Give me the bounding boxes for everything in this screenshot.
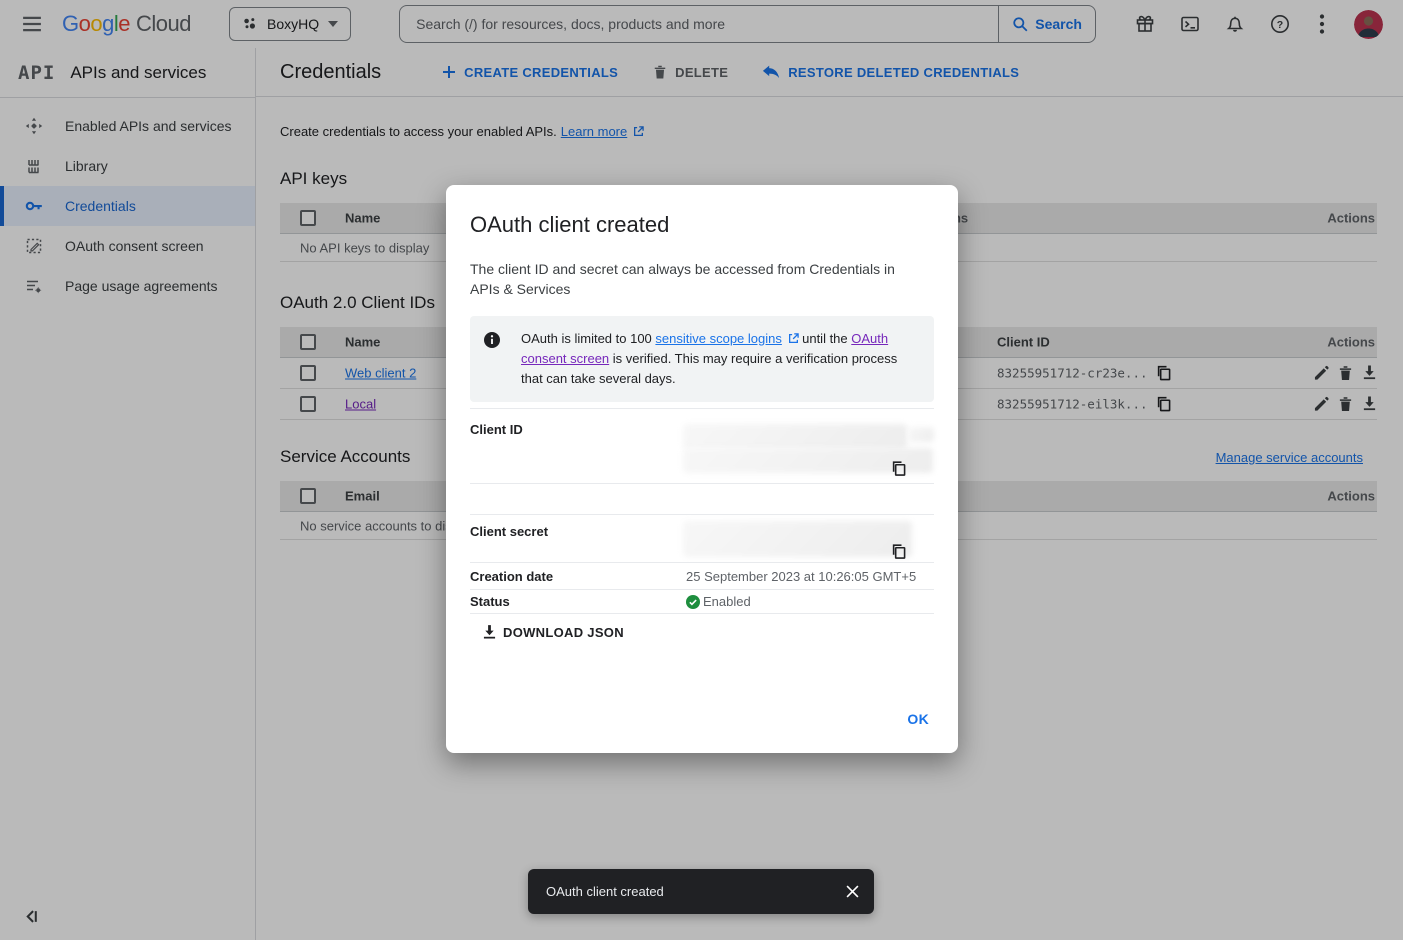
client-id-row: Client ID	[470, 408, 934, 483]
copy-client-id-icon[interactable]	[891, 461, 906, 476]
dialog-body-text: The client ID and secret can always be a…	[446, 238, 924, 299]
client-secret-row: Client secret	[470, 514, 934, 562]
creation-date-row: Creation date 25 September 2023 at 10:26…	[470, 562, 934, 589]
info-icon	[484, 332, 500, 348]
redacted-client-id-value	[683, 424, 907, 449]
redacted-client-id-value	[908, 427, 934, 442]
spacer-row	[470, 483, 934, 514]
download-icon	[483, 625, 496, 640]
info-banner-text: OAuth is limited to 100 sensitive scope …	[521, 329, 920, 389]
client-id-label: Client ID	[470, 422, 523, 437]
info-text-pre: OAuth is limited to 100	[521, 331, 655, 346]
dialog-title: OAuth client created	[446, 185, 958, 238]
info-banner: OAuth is limited to 100 sensitive scope …	[470, 316, 934, 402]
download-json-button[interactable]: DOWNLOAD JSON	[470, 625, 624, 640]
creation-date-label: Creation date	[470, 569, 686, 584]
dialog-fields: Client ID Client secret Creation date 25…	[470, 408, 934, 614]
creation-date-value: 25 September 2023 at 10:26:05 GMT+5	[686, 569, 916, 584]
status-label: Status	[470, 594, 686, 609]
redacted-client-secret-value	[683, 521, 912, 557]
close-icon[interactable]	[846, 885, 859, 898]
google-cloud-console: Google Cloud BoxyHQ Search ?	[0, 0, 1403, 940]
client-secret-label: Client secret	[470, 524, 548, 539]
check-circle-icon	[686, 595, 700, 609]
sensitive-scope-logins-link[interactable]: sensitive scope logins	[655, 331, 781, 346]
download-json-label: DOWNLOAD JSON	[503, 625, 624, 640]
toast-message: OAuth client created	[546, 884, 664, 899]
toast-notification: OAuth client created	[528, 869, 874, 914]
copy-client-secret-icon[interactable]	[891, 544, 906, 559]
oauth-client-created-dialog: OAuth client created The client ID and s…	[446, 185, 958, 753]
status-row: Status Enabled	[470, 589, 934, 614]
info-text-mid: until the	[799, 331, 852, 346]
status-badge: Enabled	[686, 594, 751, 609]
status-value: Enabled	[703, 594, 751, 609]
external-link-icon	[788, 333, 799, 344]
ok-button[interactable]: OK	[907, 711, 929, 727]
